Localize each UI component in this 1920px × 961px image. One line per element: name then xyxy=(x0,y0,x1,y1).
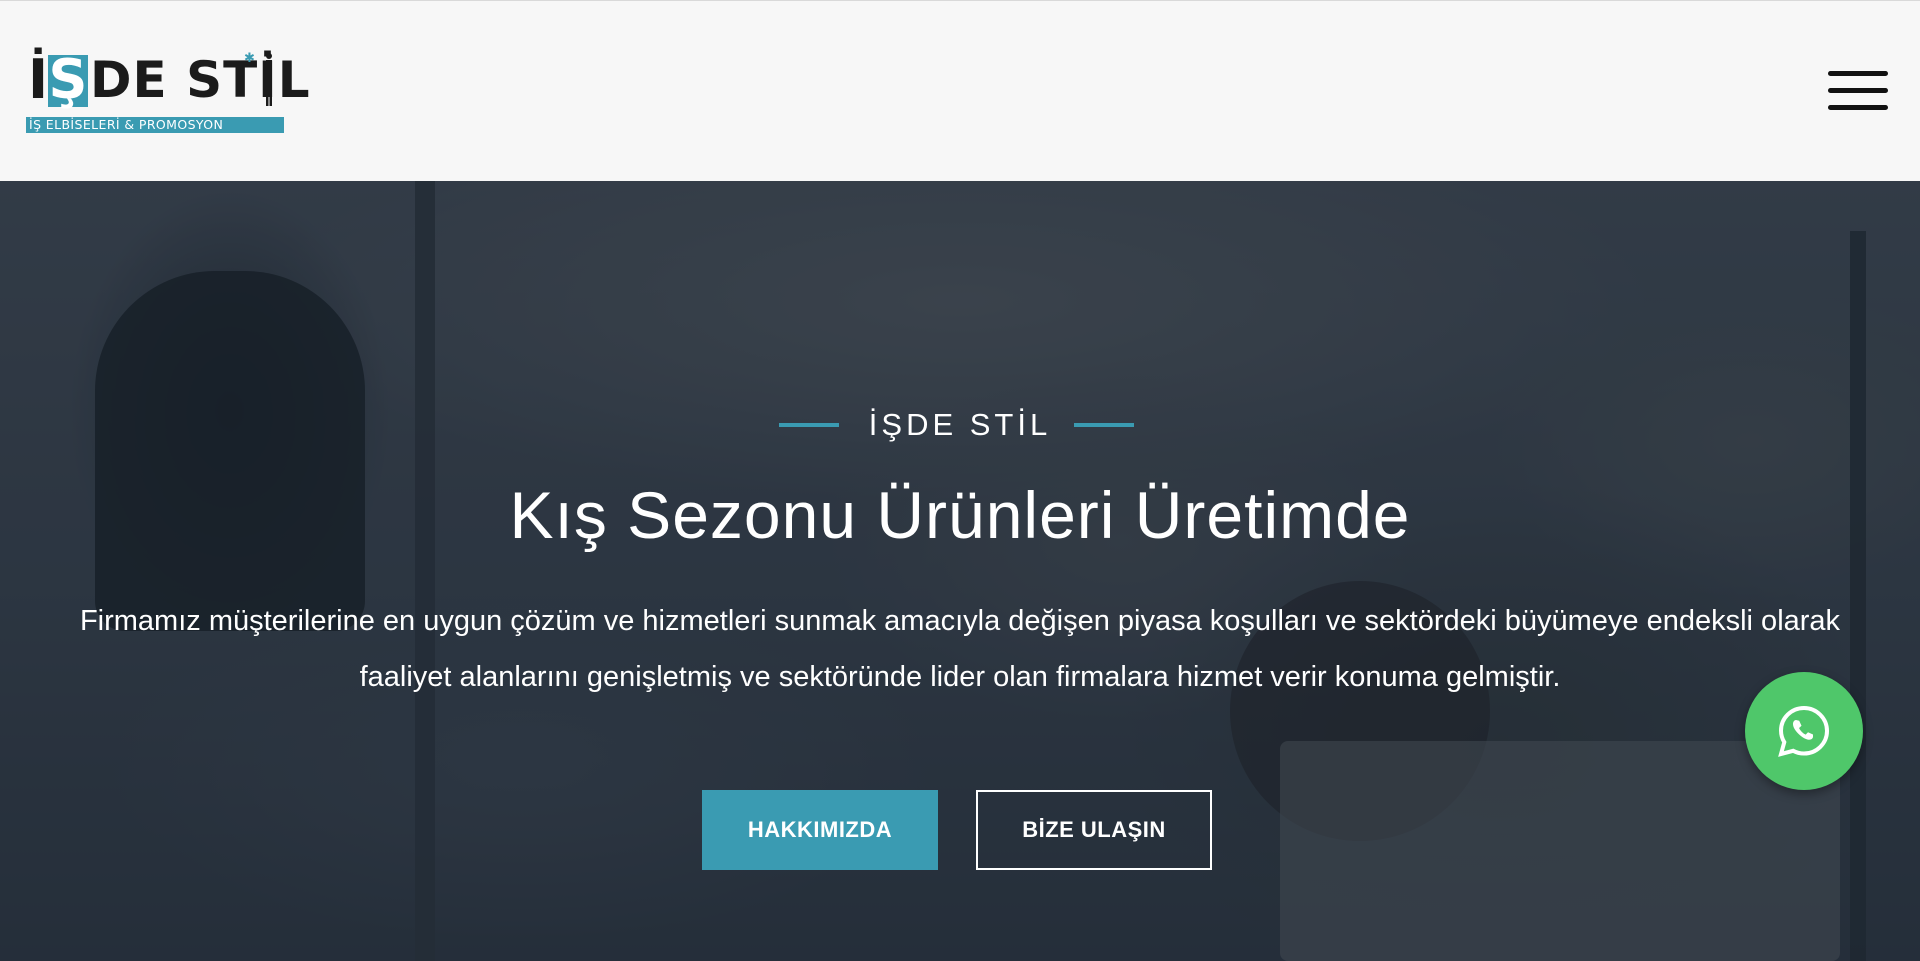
hero-overlay xyxy=(0,181,1920,961)
contact-button[interactable]: BİZE ULAŞIN xyxy=(976,790,1212,870)
hero-slider: İŞDE STİL Kış Sezonu Ürünleri Üretimde F… xyxy=(0,181,1920,961)
eyebrow-line-right xyxy=(1074,423,1134,427)
hero-eyebrow: İŞDE STİL xyxy=(868,407,1052,442)
about-button[interactable]: HAKKIMIZDA xyxy=(702,790,938,870)
hamburger-menu-icon[interactable] xyxy=(1828,69,1890,113)
hero-title: Kış Sezonu Ürünleri Üretimde xyxy=(509,478,1411,552)
whatsapp-icon xyxy=(1778,705,1830,757)
hero-description: Firmamız müşterilerine en uygun çözüm ve… xyxy=(79,605,1841,693)
logo-wordmark: DE STİL xyxy=(90,51,311,109)
whatsapp-button[interactable] xyxy=(1745,672,1863,790)
site-logo[interactable]: İ Ş DE STİL ✱ İŞ ELBİSELERİ & PROMOSYON xyxy=(26,49,310,133)
logo-star-icon: ✱ xyxy=(244,50,255,65)
logo-letter-i: İ xyxy=(28,48,49,111)
site-header: İ Ş DE STİL ✱ İŞ ELBİSELERİ & PROMOSYON xyxy=(0,0,1920,181)
logo-tagline: İŞ ELBİSELERİ & PROMOSYON xyxy=(26,117,284,133)
logo-figure-icon xyxy=(266,53,272,106)
logo-letter-s: Ş xyxy=(48,48,88,111)
